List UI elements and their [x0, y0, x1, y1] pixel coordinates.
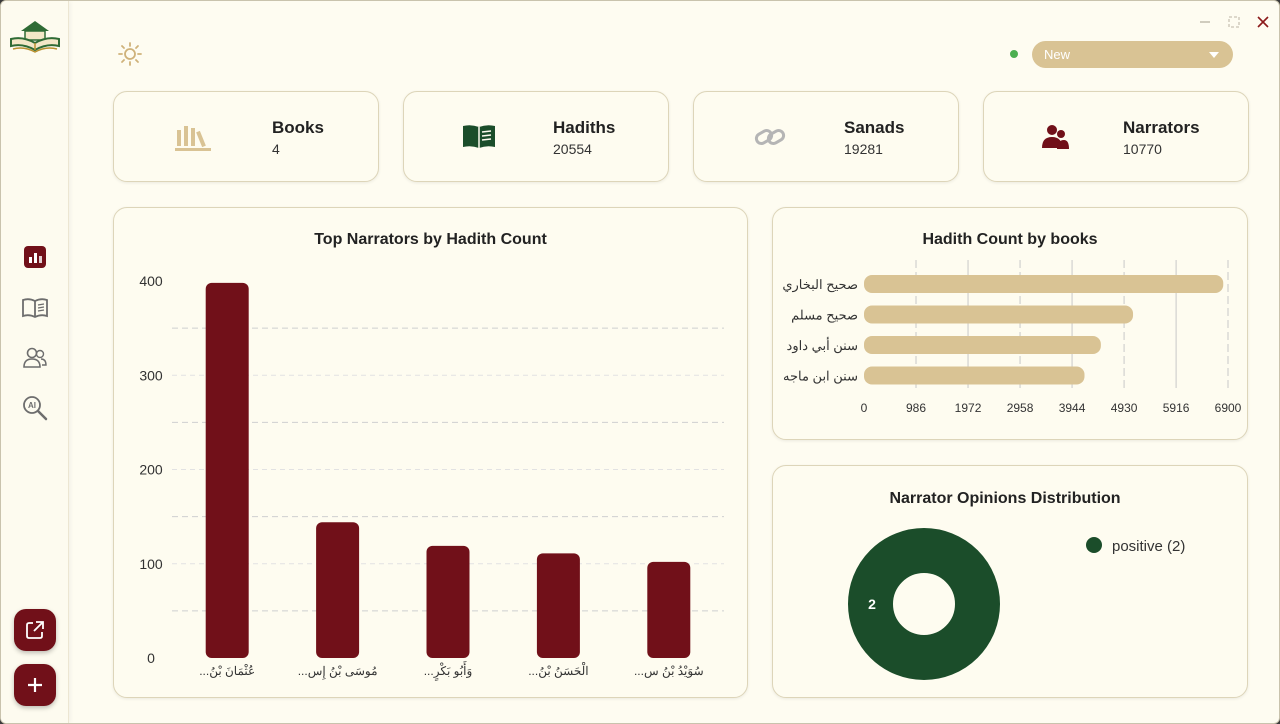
bar [864, 275, 1224, 293]
top-narrators-panel: Top Narrators by Hadith Count 0 100 200 300… [113, 207, 748, 698]
books-hbar-chart: 0 986 1972 2958 3944 4930 5916 6900 صحيح البخاري… [782, 260, 1242, 415]
plus-icon [28, 678, 42, 692]
stat-label: Hadiths [553, 118, 616, 137]
stat-card-sanads: Sanads 19281 [693, 91, 959, 182]
theme-toggle[interactable] [117, 41, 143, 67]
open-book-icon [22, 298, 48, 319]
stat-label: Narrators [1123, 118, 1200, 137]
x-tick-label: سُوَيْدُ بْنُ س... [634, 664, 704, 678]
bar-chart-icon [24, 246, 46, 268]
stat-value: 4 [272, 141, 280, 157]
donut-slice [848, 528, 1000, 680]
users-icon [1042, 125, 1069, 149]
stat-value: 19281 [844, 141, 883, 157]
stat-label: Books [272, 118, 324, 137]
nav-ai-search[interactable]: AI [20, 393, 50, 423]
stat-card-narrators: Narrators 10770 [983, 91, 1249, 182]
narrators-bar-chart: 0 100 200 300 400 عُثْمَانَ بْنُ... مُوسَى بْن… [139, 273, 724, 681]
app-window: AI New Books 4 Hadiths 20554 Sanads 1928… [0, 0, 1280, 724]
close-icon [1257, 16, 1269, 28]
y-tick-label: 100 [139, 556, 163, 572]
sidebar: AI [1, 1, 69, 723]
status-indicator [1010, 50, 1018, 58]
y-tick-label: سنن أبي داود [787, 337, 858, 354]
x-tick-label: 2958 [1007, 401, 1034, 415]
bar [864, 366, 1085, 385]
opinions-panel: Narrator Opinions Distribution 2 positive… [772, 465, 1248, 698]
x-tick-label: 6900 [1215, 401, 1242, 415]
version-dropdown[interactable]: New [1032, 41, 1233, 68]
slice-label: 2 [868, 596, 876, 612]
book-icon [463, 125, 495, 148]
bar [316, 522, 360, 658]
legend-label: positive (2) [1112, 538, 1185, 555]
dropdown-value: New [1044, 47, 1071, 62]
maximize-button[interactable] [1225, 13, 1243, 31]
users-icon [23, 347, 47, 368]
stat-card-hadiths: Hadiths 20554 [403, 91, 669, 182]
svg-text:AI: AI [28, 401, 36, 410]
maximize-icon [1228, 16, 1240, 28]
x-tick-label: الْحَسَنُ بْنُ... [528, 661, 588, 678]
minimize-icon [1200, 21, 1210, 23]
bar [205, 282, 249, 658]
books-icon [175, 126, 211, 151]
external-link-icon [26, 621, 44, 639]
x-tick-label: 1972 [955, 401, 982, 415]
stat-label: Sanads [844, 118, 905, 137]
x-tick-label: عُثْمَانَ بْنُ... [199, 663, 255, 678]
y-tick-label: صحيح مسلم [791, 308, 858, 324]
ai-search-icon: AI [23, 396, 48, 421]
close-button[interactable] [1254, 13, 1272, 31]
x-tick-label: مُوسَى بْنُ إِس... [298, 664, 378, 680]
y-tick-label: 200 [139, 462, 163, 478]
stat-value: 20554 [553, 141, 592, 157]
x-tick-label: 0 [861, 401, 868, 415]
nav-dashboard[interactable] [20, 242, 50, 272]
y-tick-label: 0 [147, 650, 155, 666]
y-tick-label: 400 [139, 273, 163, 289]
add-button[interactable] [14, 664, 56, 706]
x-tick-label: 5916 [1163, 401, 1190, 415]
nav-narrators[interactable] [20, 343, 50, 373]
legend-marker [1086, 537, 1102, 553]
x-tick-label: 986 [906, 401, 926, 415]
opinions-donut-chart: 2 positive (2) [848, 528, 1185, 680]
stat-card-books: Books 4 [113, 91, 379, 182]
bar [536, 553, 580, 658]
y-tick-label: 300 [139, 367, 163, 383]
export-button[interactable] [14, 609, 56, 651]
y-tick-label: صحيح البخاري [782, 277, 858, 293]
bar [864, 305, 1134, 324]
bar [647, 561, 691, 658]
bar [864, 336, 1101, 354]
minimize-button[interactable] [1196, 13, 1214, 31]
chevron-down-icon [1209, 52, 1219, 58]
logo [9, 19, 61, 55]
stat-value: 10770 [1123, 141, 1162, 157]
books-chart-panel: Hadith Count by books 0 986 1972 2958 3944 49… [772, 207, 1248, 440]
x-tick-label: وَأَبُو بَكْرٍ... [424, 661, 473, 681]
nav-books[interactable] [20, 293, 50, 323]
bar [426, 545, 470, 658]
x-tick-label: 3944 [1059, 401, 1086, 415]
link-icon [754, 129, 786, 145]
x-tick-label: 4930 [1111, 401, 1138, 415]
y-tick-label: سنن ابن ماجه [783, 369, 858, 385]
sun-icon [118, 42, 142, 66]
